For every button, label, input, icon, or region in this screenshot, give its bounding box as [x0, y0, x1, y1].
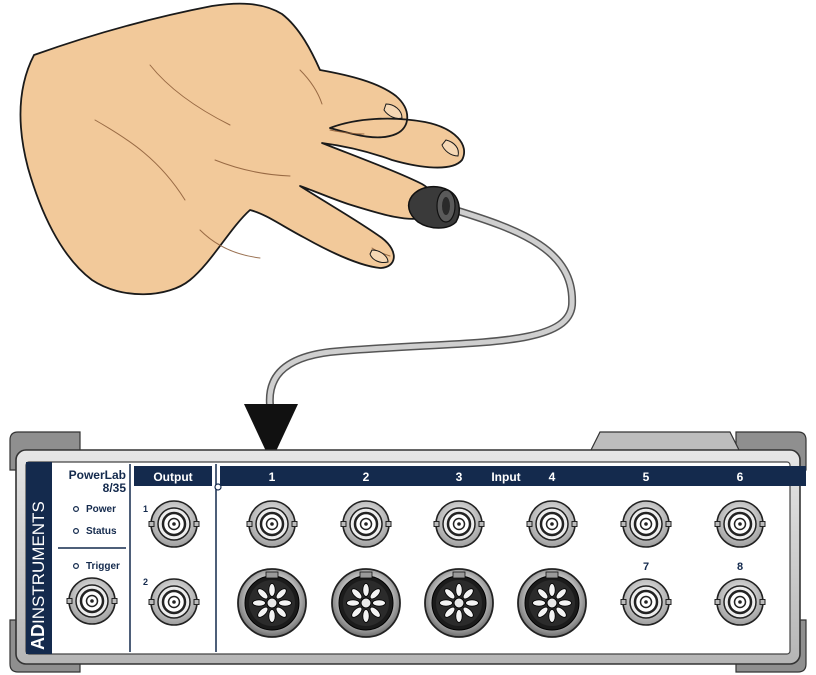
- output-channel-2-label: 2: [143, 577, 148, 587]
- input-4-bnc-connector[interactable]: [525, 499, 579, 549]
- input-4-pod-din-connector[interactable]: [517, 568, 587, 638]
- input-channel-5-label: 5: [643, 470, 650, 484]
- powerlab-connection-diagram: ADINSTRUMENTS PowerLab 8/35 Power Status…: [9, 2, 807, 673]
- input-channel-8-label: 8: [737, 561, 743, 573]
- status-label: Status: [86, 526, 117, 537]
- led-indicator-icon: [72, 562, 79, 569]
- trigger-label: Trigger: [86, 561, 120, 572]
- brand-bold: AD: [28, 624, 48, 650]
- powerlab-unit: ADINSTRUMENTS PowerLab 8/35 Power Status…: [9, 431, 807, 673]
- brand-rest: INSTRUMENTS: [29, 501, 48, 624]
- output-channel-1-label: 1: [143, 504, 148, 514]
- hand-illustration: [19, 2, 465, 296]
- model-number: 8/35: [103, 481, 127, 495]
- output-title: Output: [153, 470, 192, 484]
- input-title: Input: [491, 470, 520, 484]
- front-panel: [25, 461, 791, 655]
- input-channel-6-label: 6: [737, 470, 744, 484]
- input-1-bnc-connector[interactable]: [245, 499, 299, 549]
- led-indicator-icon: [72, 506, 79, 513]
- input-channel-3-label: 3: [456, 470, 463, 484]
- input-1-pod-din-connector[interactable]: [237, 568, 307, 638]
- output-1-bnc-connector[interactable]: [147, 499, 201, 549]
- input-channel-4-label: 4: [549, 470, 556, 484]
- brand-logo: ADINSTRUMENTS: [28, 501, 48, 650]
- input-channel-2-label: 2: [363, 470, 370, 484]
- input-7-bnc-connector[interactable]: [619, 577, 673, 627]
- power-label: Power: [86, 504, 116, 515]
- input-3-bnc-connector[interactable]: [432, 499, 486, 549]
- finger-sensor: [407, 185, 461, 229]
- input-3-pod-din-connector[interactable]: [424, 568, 494, 638]
- input-5-bnc-connector[interactable]: [619, 499, 673, 549]
- input-channel-7-label: 7: [643, 561, 649, 573]
- trigger-bnc-connector[interactable]: [65, 576, 119, 626]
- input-channel-1-label: 1: [269, 470, 276, 484]
- input-6-bnc-connector[interactable]: [713, 499, 767, 549]
- input-2-pod-din-connector[interactable]: [331, 568, 401, 638]
- input-2-bnc-connector[interactable]: [339, 499, 393, 549]
- input-8-bnc-connector[interactable]: [713, 577, 767, 627]
- model-name: PowerLab: [69, 468, 126, 482]
- hand-shape: [19, 2, 465, 296]
- output-2-bnc-connector[interactable]: [147, 577, 201, 627]
- led-indicator-icon: [72, 527, 79, 534]
